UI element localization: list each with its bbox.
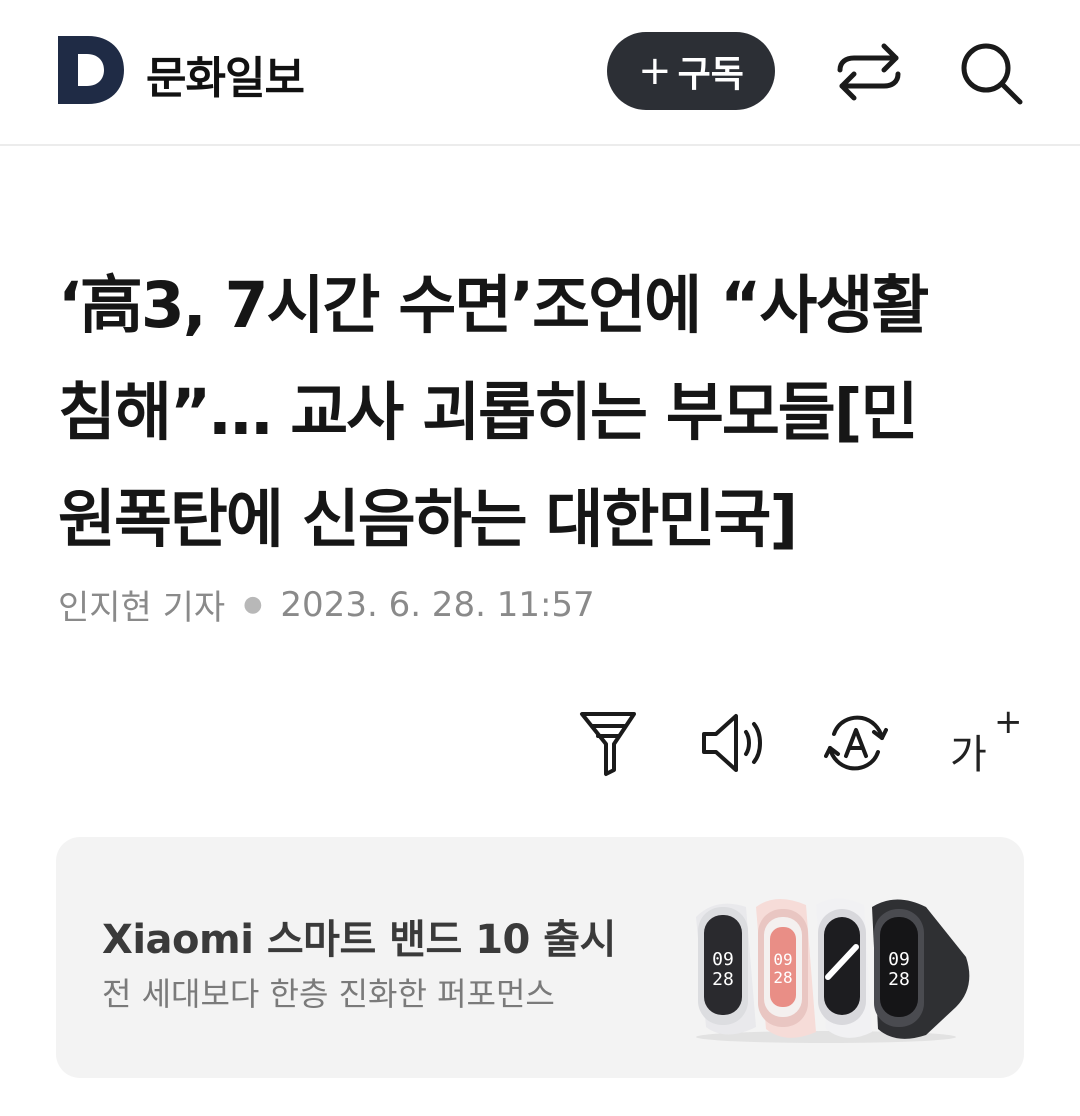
ad-title: Xiaomi 스마트 밴드 10 출시: [102, 917, 616, 963]
publisher-name[interactable]: 문화일보: [146, 42, 305, 106]
headline-line: ‘高3, 7시간 수면’조언에 “사생활: [58, 269, 929, 342]
filter-icon[interactable]: [578, 708, 638, 778]
byline-separator: ●: [243, 592, 263, 617]
publish-date: 2023. 6. 28. 11:57: [280, 584, 595, 625]
watch-time-minutes: 28: [888, 969, 910, 990]
ad-banner[interactable]: Xiaomi 스마트 밴드 10 출시 전 세대보다 한층 진화한 퍼포먼스 0…: [56, 837, 1024, 1078]
watch-time-minutes: 28: [773, 968, 792, 987]
translate-icon[interactable]: [824, 708, 888, 778]
subscribe-label: 구독: [677, 54, 744, 95]
headline-line: 원폭탄에 신음하는 대한민국]: [58, 483, 798, 556]
plus-icon: +: [638, 48, 672, 94]
ad-subtitle: 전 세대보다 한층 진화한 퍼포먼스: [102, 975, 555, 1013]
watch-time-hours: 09: [712, 949, 734, 970]
speaker-icon[interactable]: [700, 708, 766, 778]
watch-time-hours: 09: [773, 950, 792, 969]
watch-time-hours: 09: [888, 949, 910, 970]
search-icon[interactable]: [958, 40, 1028, 106]
top-navigation-bar: 문화일보 + 구독: [0, 0, 1080, 146]
article-headline: ‘高3, 7시간 수면’조언에 “사생활 침해”… 교사 괴롭히는 부모들[민 …: [58, 252, 1018, 573]
font-size-icon[interactable]: 가 +: [948, 702, 1023, 778]
share-icon[interactable]: [834, 40, 904, 104]
smart-band-product-image: 09 28 09 28 09 28: [686, 887, 976, 1047]
subscribe-button[interactable]: + 구독: [607, 32, 775, 110]
headline-line: 침해”… 교사 괴롭히는 부모들[민: [58, 376, 919, 449]
article-byline: 인지현 기자 ● 2023. 6. 28. 11:57: [58, 580, 595, 629]
author-name[interactable]: 인지현 기자: [58, 580, 225, 629]
munhwa-logo-icon[interactable]: [58, 36, 124, 104]
watch-time-minutes: 28: [712, 969, 734, 990]
font-size-glyph: 가: [950, 732, 987, 778]
font-size-plus: +: [994, 702, 1023, 742]
